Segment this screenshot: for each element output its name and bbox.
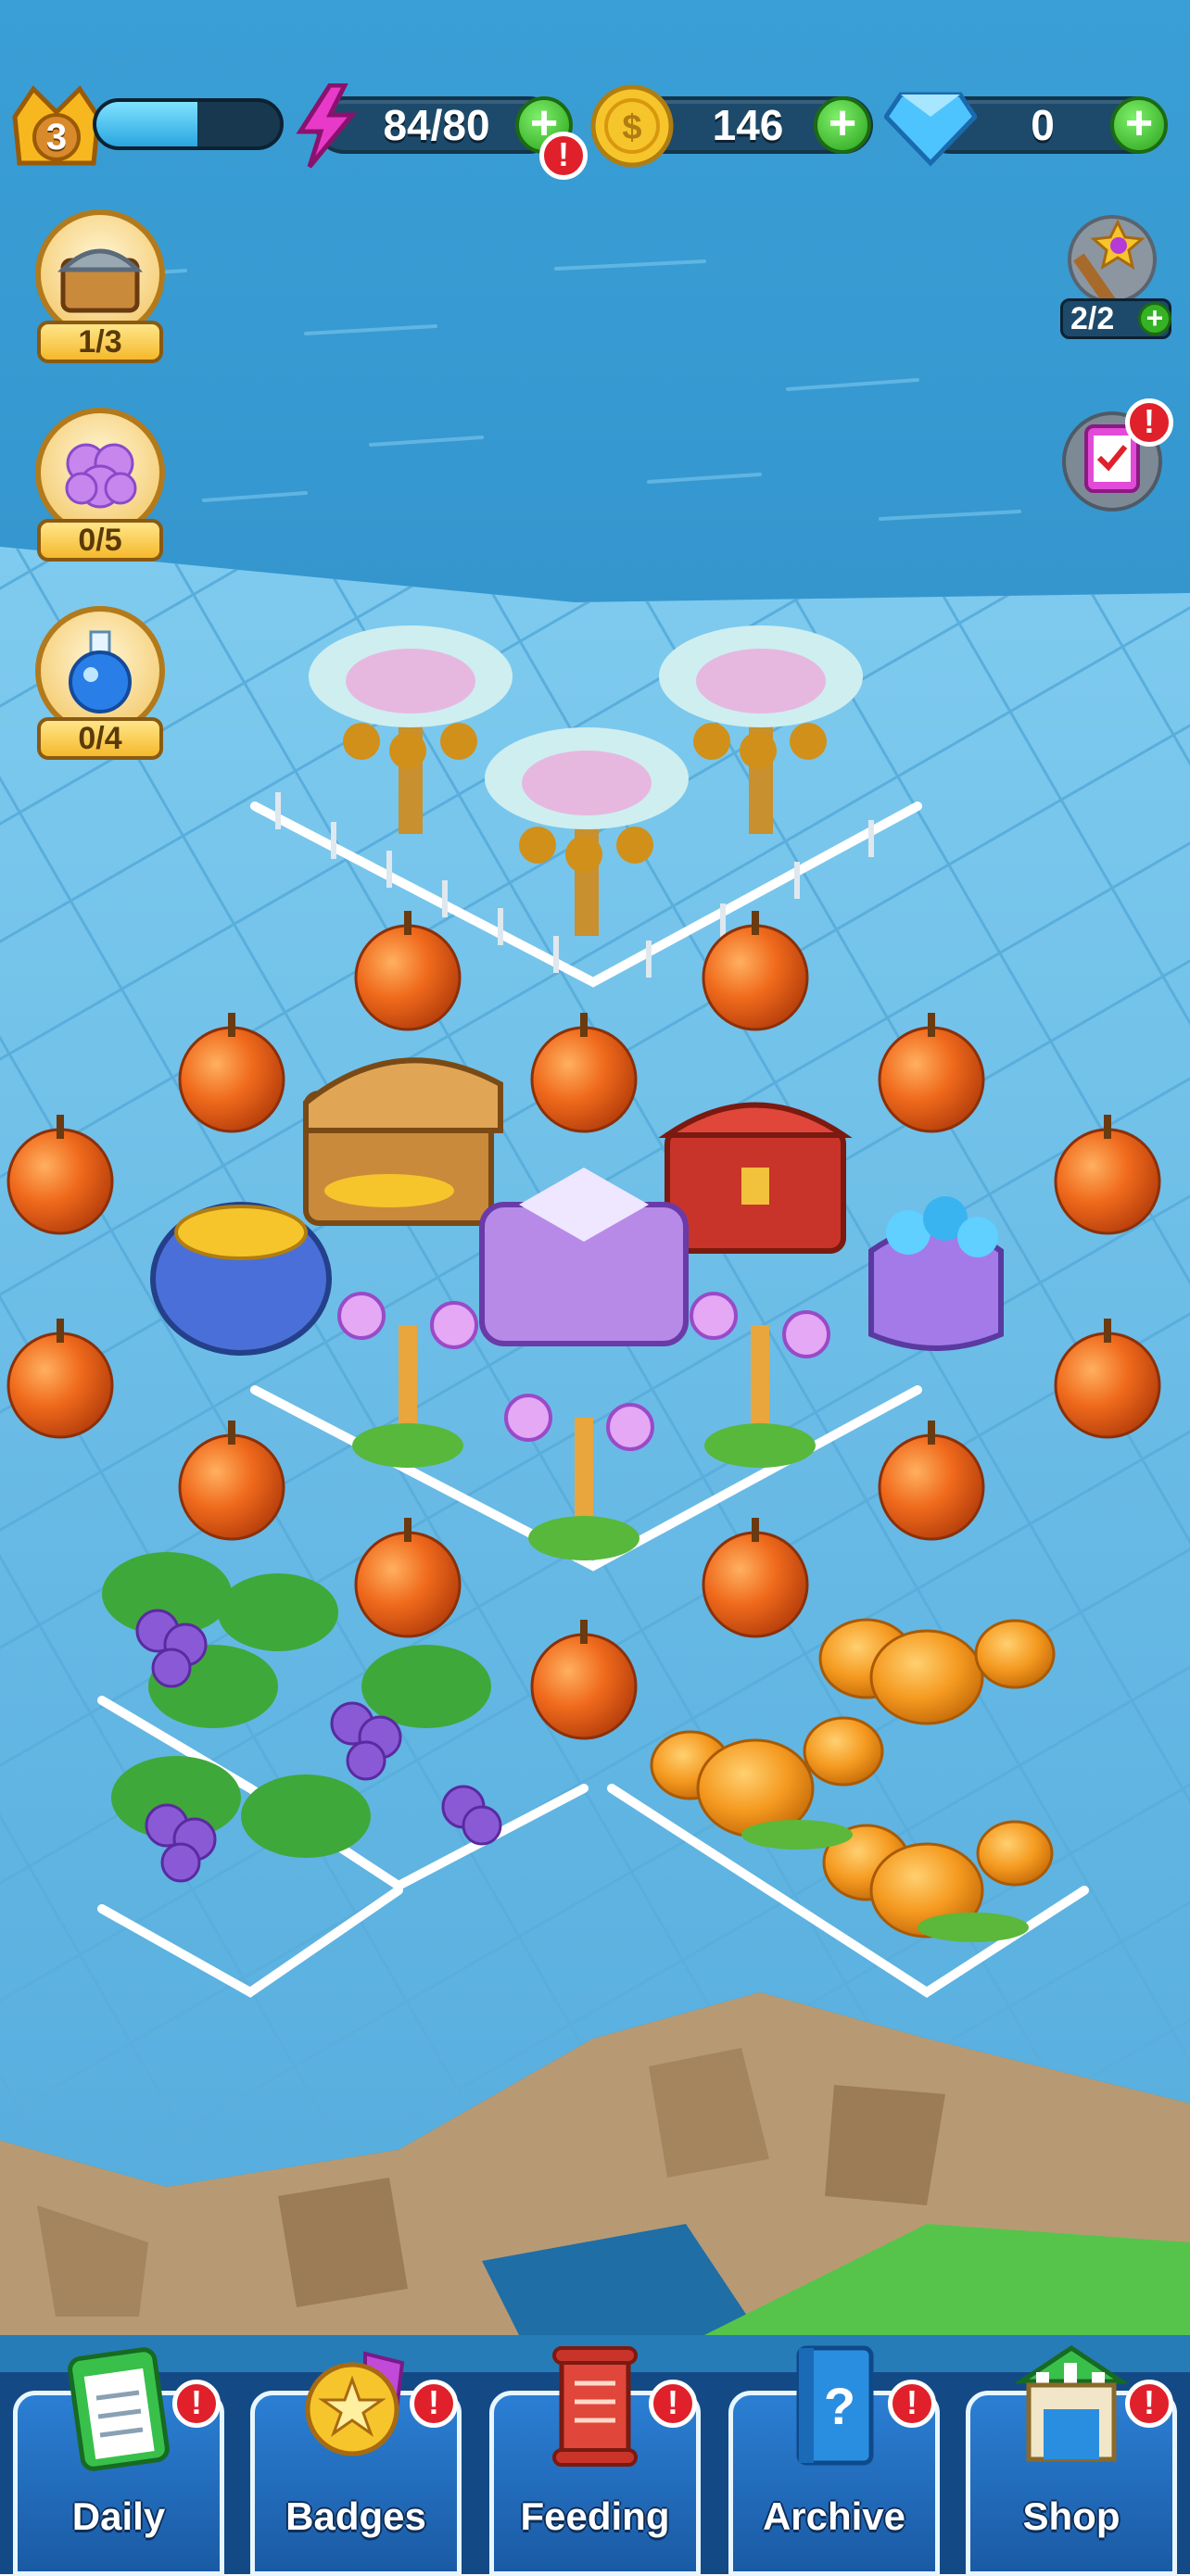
nav-archive-label: Archive [762,2494,906,2538]
pumpkin-patch [650,1618,1056,1942]
nav-feeding[interactable]: ! Feeding [482,2335,708,2576]
potion-icon [69,630,132,713]
feeding-scroll-icon [552,2346,638,2467]
task-alert-badge: ! [1125,398,1173,447]
energy-value: 84/80 [383,101,490,149]
lightning-icon [296,83,358,169]
gems-plus-button[interactable]: + [1110,96,1168,154]
coin-icon: $ [590,84,674,168]
flower-quest-button[interactable]: 0/5 [32,408,171,575]
chest-quest-button[interactable]: 1/3 [32,209,171,376]
potion-quest-button[interactable]: 0/4 [32,606,171,773]
chest-quest-count: 1/3 [37,321,163,363]
top-hud: 3 84/80 + ! 146 $ + 0 + [0,80,1190,182]
xp-bar [93,98,284,150]
nav-archive[interactable]: ? ! Archive [721,2335,947,2576]
nav-badges[interactable]: ! Badges [243,2335,469,2576]
coins-plus-button[interactable]: + [814,96,871,154]
shop-stall-icon [1016,2344,1127,2462]
flower-icon-frame [35,408,165,537]
flower-quest-count: 0/5 [37,519,163,562]
flower-icon [65,443,137,509]
game-scene: 3 84/80 + ! 146 $ + 0 + 1/3 0/5 0/4 2/2 … [0,0,1190,2576]
gems-value: 0 [1031,101,1055,149]
potion-icon-frame [35,606,165,736]
diamond-icon [884,92,977,167]
magic-wand-icon [1068,215,1157,307]
svg-text:$: $ [622,108,641,147]
archive-alert-badge: ! [888,2380,936,2428]
nav-shop[interactable]: ! Shop [958,2335,1184,2576]
nav-feeding-label: Feeding [520,2494,670,2538]
nav-daily-label: Daily [71,2494,166,2538]
badges-alert-badge: ! [410,2380,458,2428]
nav-shop-label: Shop [1022,2494,1120,2538]
chest-icon-frame [35,209,165,339]
daily-alert-badge: ! [172,2380,221,2428]
task-list-button[interactable]: ! [1057,398,1177,519]
chest-icon [57,248,144,313]
nav-daily[interactable]: ! Daily [6,2335,232,2576]
wand-plus-button[interactable]: + [1138,302,1171,335]
svg-text:?: ? [824,2377,855,2435]
coins-value: 146 [712,101,784,149]
badge-medal-icon [305,2351,405,2456]
energy-alert-badge: ! [539,132,588,180]
nav-badges-label: Badges [285,2494,426,2538]
archive-book-icon: ? [796,2345,874,2466]
magic-wand-button[interactable]: 2/2 + [1060,206,1171,345]
xp-bar-fill [96,102,197,146]
potion-quest-count: 0/4 [37,717,163,760]
shop-alert-badge: ! [1125,2380,1173,2428]
feeding-alert-badge: ! [649,2380,697,2428]
daily-clipboard-icon [68,2347,170,2471]
